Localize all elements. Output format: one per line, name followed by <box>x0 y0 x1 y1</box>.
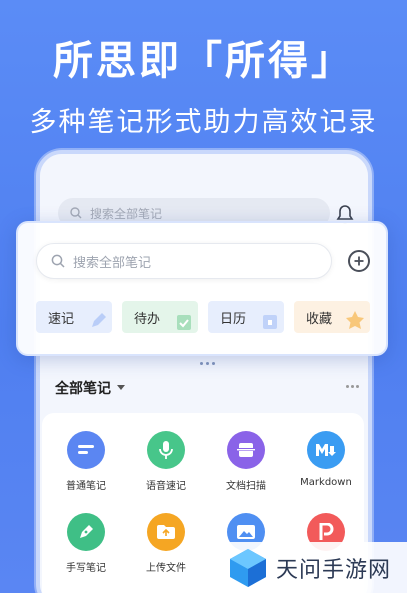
folder-icon <box>147 513 185 551</box>
search-placeholder: 搜索全部笔记 <box>73 255 152 271</box>
pen-icon <box>67 513 105 551</box>
quick-panel-card: 搜索全部笔记 速记 待办 日历 收藏 <box>16 221 388 356</box>
tool-label: Markdown <box>300 477 352 488</box>
category-label: 待办 <box>134 311 161 327</box>
phone-search-placeholder: 搜索全部笔记 <box>90 206 163 221</box>
search-icon <box>51 254 65 268</box>
search-icon <box>70 207 82 219</box>
tool-label: 文档扫描 <box>226 481 266 492</box>
pencil-icon <box>92 313 106 327</box>
search-input[interactable]: 搜索全部笔记 <box>36 243 332 279</box>
note-icon <box>67 431 105 469</box>
watermark: 天问手游网 <box>222 542 407 593</box>
tool-label: 手写笔记 <box>66 563 106 574</box>
headline: 所思即「所得」 <box>53 38 354 84</box>
add-button[interactable] <box>348 250 370 272</box>
tool-label: 普通笔记 <box>66 481 106 492</box>
category-favorites[interactable]: 收藏 <box>294 301 370 333</box>
tool-markdown[interactable]: Markdown <box>291 431 361 488</box>
markdown-icon <box>307 431 345 469</box>
more-options-icon[interactable] <box>346 385 359 388</box>
tool-normal-note[interactable]: 普通笔记 <box>51 431 121 492</box>
category-label: 日历 <box>220 311 247 327</box>
scan-icon <box>227 431 265 469</box>
tool-voice-note[interactable]: 语音速记 <box>131 431 201 492</box>
plus-icon <box>354 256 364 266</box>
category-label: 速记 <box>48 311 75 327</box>
category-todo[interactable]: 待办 <box>122 301 198 333</box>
section-title-label: 全部笔记 <box>55 381 111 397</box>
subline: 多种笔记形式助力高效记录 <box>29 107 378 138</box>
calendar-icon <box>263 315 277 329</box>
tool-label: 语音速记 <box>146 481 186 492</box>
tool-document-scan[interactable]: 文档扫描 <box>211 431 281 492</box>
tool-label: 上传文件 <box>146 563 186 574</box>
category-calendar[interactable]: 日历 <box>208 301 284 333</box>
caret-down-icon <box>117 385 125 390</box>
tool-handwriting[interactable]: 手写笔记 <box>51 513 121 574</box>
page-indicator <box>200 362 215 365</box>
category-quick-note[interactable]: 速记 <box>36 301 112 333</box>
tool-upload-file[interactable]: 上传文件 <box>131 513 201 574</box>
star-icon <box>346 311 364 329</box>
clipboard-check-icon <box>177 315 191 330</box>
watermark-logo-icon <box>230 548 266 587</box>
notes-filter-dropdown[interactable]: 全部笔记 <box>55 378 125 398</box>
watermark-text: 天问手游网 <box>276 557 392 583</box>
microphone-icon <box>147 431 185 469</box>
category-label: 收藏 <box>306 311 333 327</box>
